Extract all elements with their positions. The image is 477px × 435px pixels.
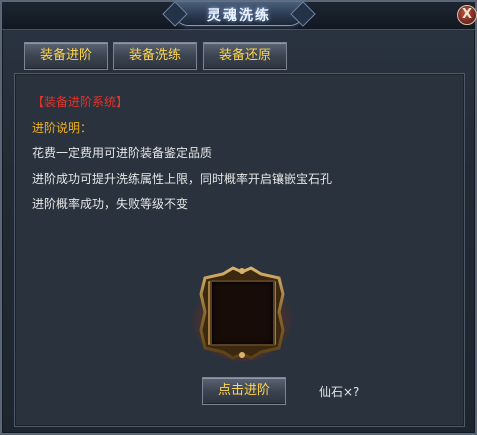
description-line: 进阶成功可提升洗练属性上限，同时概率开启镶嵌宝石孔 <box>32 172 333 186</box>
description-line: 花费一定费用可进阶装备鉴定品质 <box>32 146 213 160</box>
title-bar: 灵魂洗练 <box>2 2 475 30</box>
close-icon: X <box>461 7 473 22</box>
refine-window: 灵魂洗练 X 装备进阶 装备洗练 装备还原 【装备进阶系统】 进阶说明： 花费一… <box>0 0 477 435</box>
tab-equipment-refine[interactable]: 装备洗练 <box>113 42 197 70</box>
content-panel: 【装备进阶系统】 进阶说明： 花费一定费用可进阶装备鉴定品质 进阶成功可提升洗练… <box>14 73 465 427</box>
tab-equipment-advance[interactable]: 装备进阶 <box>24 42 108 70</box>
close-button[interactable]: X <box>457 5 477 25</box>
description-line: 进阶概率成功，失败等级不变 <box>32 197 189 211</box>
title-plaque: 灵魂洗练 <box>174 2 304 26</box>
tab-equipment-restore[interactable]: 装备还原 <box>203 42 287 70</box>
slot-inner[interactable] <box>210 280 275 346</box>
window-title: 灵魂洗练 <box>207 8 271 24</box>
description-header: 进阶说明： <box>32 121 93 135</box>
cost-label: 仙石×? <box>319 385 360 399</box>
advance-button[interactable]: 点击进阶 <box>202 377 286 405</box>
equipment-slot[interactable] <box>191 264 293 362</box>
system-title: 【装备进阶系统】 <box>32 95 129 109</box>
